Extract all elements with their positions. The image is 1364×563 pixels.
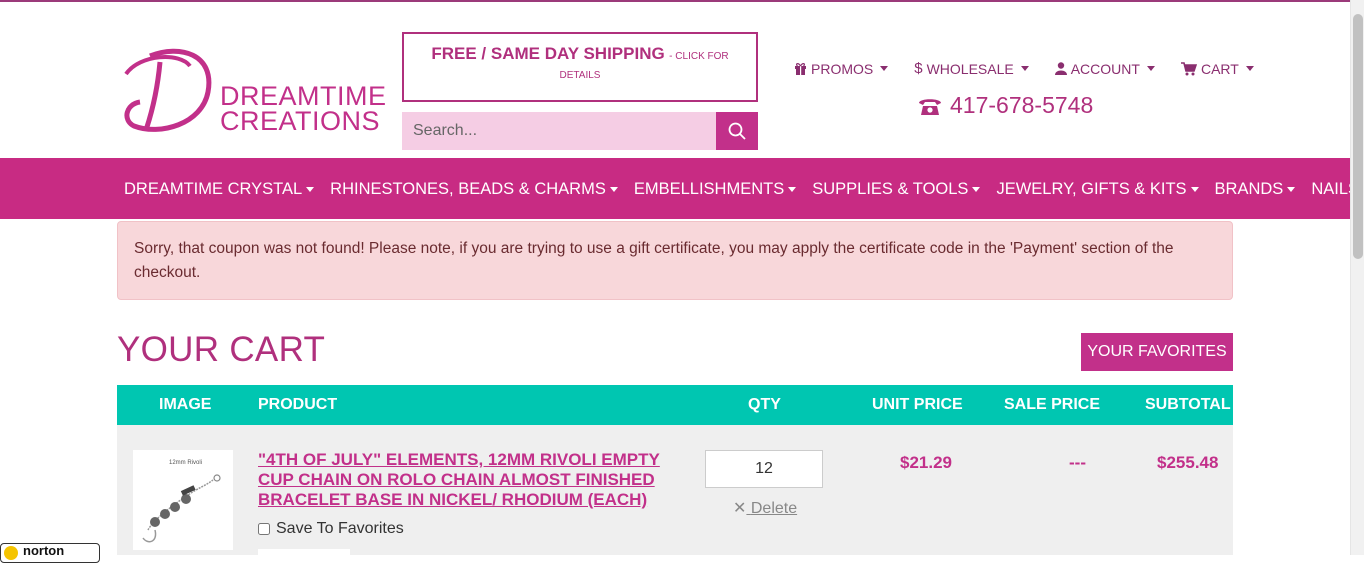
save-to-favorites[interactable]: Save To Favorites	[258, 520, 404, 538]
your-favorites-button[interactable]: YOUR FAVORITES	[1081, 333, 1233, 371]
nav-label: JEWELRY, GIFTS & KITS	[996, 180, 1187, 198]
top-border	[0, 0, 1350, 2]
nav-label: EMBELLISHMENTS	[633, 180, 785, 198]
image-caption: 12mm Rivoli	[169, 460, 202, 466]
page-title: YOUR CART	[117, 330, 326, 369]
brand-line2: CREATIONS	[220, 106, 381, 136]
search-input[interactable]	[402, 112, 716, 150]
norton-label: norton	[23, 543, 65, 558]
nav-label: RHINESTONES, BEADS & CHARMS	[330, 180, 606, 198]
search-button[interactable]	[716, 112, 758, 150]
chevron-down-icon	[306, 187, 315, 192]
dreamtime-logo[interactable]: DREAMTIME CREATIONS	[120, 44, 386, 136]
nav-label: BRANDS	[1214, 180, 1284, 198]
phone-number: 417-678-5748	[950, 92, 1094, 118]
product-link[interactable]: "4TH OF JULY" ELEMENTS, 12MM RIVOLI EMPT…	[258, 450, 668, 510]
scrollbar[interactable]	[1350, 0, 1364, 555]
promos-label: PROMOS	[811, 60, 874, 77]
col-product: PRODUCT	[258, 396, 338, 413]
phone-link[interactable]: 417-678-5748	[918, 92, 1093, 119]
chevron-down-icon	[1020, 66, 1029, 71]
nav-supplies-tools[interactable]: SUPPLIES & TOOLS	[812, 180, 981, 199]
search-bar	[402, 112, 758, 150]
nav-embellishments[interactable]: EMBELLISHMENTS	[633, 180, 797, 199]
col-image: IMAGE	[159, 396, 212, 413]
update-button[interactable]	[258, 549, 350, 559]
checkmark-icon	[4, 546, 18, 560]
norton-badge[interactable]: norton	[0, 543, 100, 563]
promos-menu[interactable]: PROMOS	[794, 60, 889, 77]
shipping-details: DETAILS	[559, 70, 601, 81]
search-icon	[728, 122, 746, 140]
wholesale-label: WHOLESALE	[926, 60, 1014, 77]
quantity-input[interactable]	[705, 450, 823, 488]
chevron-down-icon	[1245, 66, 1254, 71]
chevron-down-icon	[1146, 66, 1155, 71]
save-to-favorites-label: Save To Favorites	[276, 520, 404, 537]
delete-link[interactable]: ✕ Delete	[733, 498, 797, 518]
col-qty: QTY	[748, 396, 781, 413]
account-menu[interactable]: ACCOUNT	[1054, 60, 1155, 77]
close-icon: ✕	[733, 500, 747, 517]
nav-brands[interactable]: BRANDS	[1215, 180, 1296, 199]
col-subtotal: SUBTOTAL	[1145, 396, 1231, 413]
utility-nav: PROMOS $ WHOLESALE ACCOUNT CART	[794, 60, 1254, 77]
coupon-error-alert: Sorry, that coupon was not found! Please…	[117, 221, 1233, 300]
gift-icon	[795, 63, 806, 75]
user-icon	[1054, 62, 1067, 75]
phone-icon	[919, 98, 941, 115]
chevron-down-icon	[1190, 187, 1199, 192]
cart-icon	[1180, 61, 1197, 75]
save-to-favorites-checkbox[interactable]	[258, 523, 270, 535]
chevron-down-icon	[609, 187, 618, 192]
chevron-down-icon	[972, 187, 981, 192]
nav-rhinestones[interactable]: RHINESTONES, BEADS & CHARMS	[330, 180, 618, 199]
shipping-title: FREE / SAME DAY SHIPPING	[431, 44, 665, 63]
nav-jewelry-gifts-kits[interactable]: JEWELRY, GIFTS & KITS	[996, 180, 1199, 199]
dollar-icon: $	[914, 60, 923, 77]
product-image[interactable]: 12mm Rivoli	[133, 450, 233, 550]
chevron-down-icon	[1287, 187, 1296, 192]
cart-menu[interactable]: CART	[1180, 60, 1254, 77]
chevron-down-icon	[788, 187, 797, 192]
shipping-click: - CLICK FOR	[669, 51, 729, 62]
main-nav: DREAMTIME CRYSTAL RHINESTONES, BEADS & C…	[0, 158, 1364, 219]
account-label: ACCOUNT	[1070, 60, 1140, 77]
logo-d-mark-icon	[124, 48, 212, 132]
subtotal: $255.48	[1157, 453, 1219, 472]
unit-price: $21.29	[900, 453, 952, 472]
cart-label: CART	[1200, 60, 1239, 77]
scrollbar-thumb[interactable]	[1353, 14, 1363, 259]
table-row: 12mm Rivoli "4TH OF JULY" ELEMENTS, 12MM…	[117, 425, 1233, 559]
sale-price: ---	[1069, 453, 1086, 472]
alert-text: Sorry, that coupon was not found! Please…	[134, 240, 1174, 281]
cart-table-header: IMAGE PRODUCT QTY UNIT PRICE SALE PRICE …	[117, 385, 1233, 425]
wholesale-menu[interactable]: $ WHOLESALE	[914, 60, 1029, 77]
delete-label: Delete	[750, 500, 798, 517]
nav-dreamtime-crystal[interactable]: DREAMTIME CRYSTAL	[124, 180, 315, 199]
nav-label: SUPPLIES & TOOLS	[812, 180, 969, 198]
shipping-banner[interactable]: FREE / SAME DAY SHIPPING - CLICK FOR DET…	[402, 32, 758, 102]
nav-label: DREAMTIME CRYSTAL	[124, 180, 303, 198]
bracelet-image: 12mm Rivoli	[142, 460, 221, 543]
chevron-down-icon	[880, 66, 889, 71]
col-sale-price: SALE PRICE	[1004, 396, 1101, 413]
col-unit-price: UNIT PRICE	[872, 396, 963, 413]
